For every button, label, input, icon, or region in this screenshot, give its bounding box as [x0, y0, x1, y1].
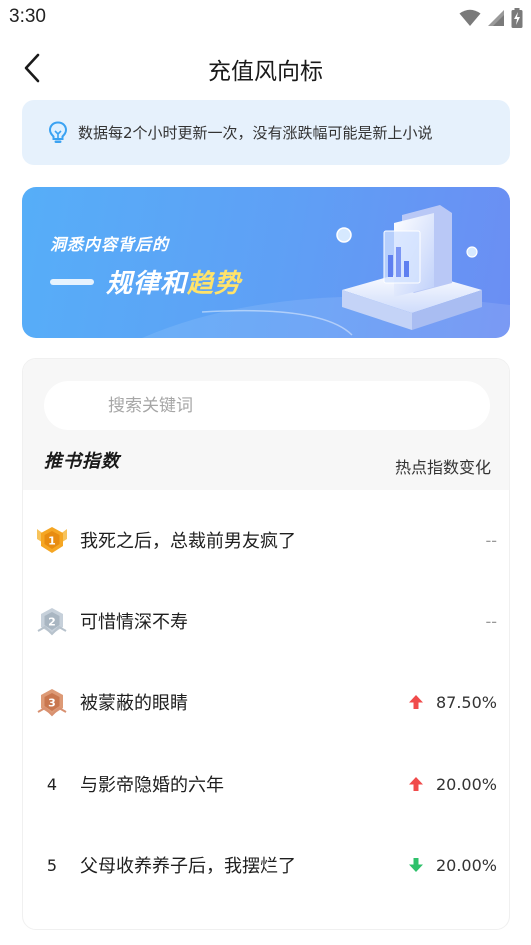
ranking-change-value: 20.00%: [435, 855, 497, 875]
ranking-title: 可惜情深不寿: [80, 612, 188, 633]
ranking-change: 87.50%: [408, 693, 497, 712]
search-input[interactable]: [108, 395, 448, 416]
arrow-down-icon: [408, 858, 423, 872]
signal-icon: [488, 10, 504, 26]
ranking-panel-header: 推书指数 热点指数变化: [23, 359, 509, 490]
banner-headline: 规律和 趋势: [50, 263, 241, 300]
arrow-up-icon: [408, 695, 423, 709]
ranking-change-value: --: [485, 530, 497, 550]
status-time: 3:30: [9, 6, 46, 27]
lightbulb-icon: [48, 120, 68, 143]
status-bar: 3:30: [0, 0, 531, 36]
section-title: 推书指数: [44, 451, 120, 472]
ranking-title: 与影帝隐婚的六年: [80, 775, 224, 796]
ranking-change-value: 20.00%: [435, 774, 497, 794]
gold-medal-icon: 1: [37, 527, 67, 553]
rank-number: 4: [46, 774, 58, 794]
chart-illustration: [336, 205, 482, 330]
ranking-row[interactable]: 5 父母收养养子后，我摆烂了 20.00%: [23, 835, 509, 895]
rank-badge-number: 2: [48, 616, 56, 629]
nav-bar: 充值风向标: [0, 40, 531, 96]
ranking-panel: 推书指数 热点指数变化 1 我死之后，总裁前男友疯了 -- 2: [22, 358, 510, 930]
notice-text: 数据每2个小时更新一次，没有涨跌幅可能是新上小说: [78, 124, 433, 142]
rank-badge-number: 1: [48, 535, 56, 548]
ranking-row[interactable]: 4 与影帝隐婚的六年 20.00%: [23, 754, 509, 814]
ranking-change: 20.00%: [408, 856, 497, 875]
ranking-title: 被蒙蔽的眼睛: [80, 693, 188, 714]
wifi-icon: [459, 9, 481, 26]
page-title: 充值风向标: [208, 59, 323, 85]
status-icons: [459, 8, 523, 28]
battery-charging-icon: [511, 8, 523, 28]
ranking-title: 我死之后，总裁前男友疯了: [80, 531, 296, 552]
silver-medal-icon: 2: [37, 608, 67, 636]
ranking-row[interactable]: 1 我死之后，总裁前男友疯了 --: [23, 510, 509, 570]
rank-number: 5: [46, 855, 58, 875]
rank-badge-number: 3: [48, 697, 56, 710]
banner-dash: [50, 278, 94, 285]
banner-headline-white: 规律和: [106, 269, 188, 299]
banner-subtitle: 洞悉内容背后的: [50, 235, 170, 254]
bronze-medal-icon: 3: [37, 689, 67, 717]
ranking-change: --: [485, 612, 497, 631]
promo-banner[interactable]: 洞悉内容背后的 规律和 趋势: [22, 187, 510, 338]
ranking-row[interactable]: 2 可惜情深不寿 --: [23, 591, 509, 651]
ranking-change-value: --: [485, 611, 497, 631]
ranking-row[interactable]: 3 被蒙蔽的眼睛 87.50%: [23, 672, 509, 732]
section-right-label[interactable]: 热点指数变化: [395, 454, 491, 478]
ranking-change: 20.00%: [408, 775, 497, 794]
arrow-up-icon: [408, 777, 423, 791]
ranking-change: --: [485, 531, 497, 550]
banner-headline-yellow: 趋势: [187, 269, 242, 299]
search-box[interactable]: [44, 381, 490, 430]
ranking-title: 父母收养养子后，我摆烂了: [80, 856, 296, 877]
ranking-change-value: 87.50%: [435, 692, 497, 712]
update-notice: 数据每2个小时更新一次，没有涨跌幅可能是新上小说: [22, 100, 510, 165]
